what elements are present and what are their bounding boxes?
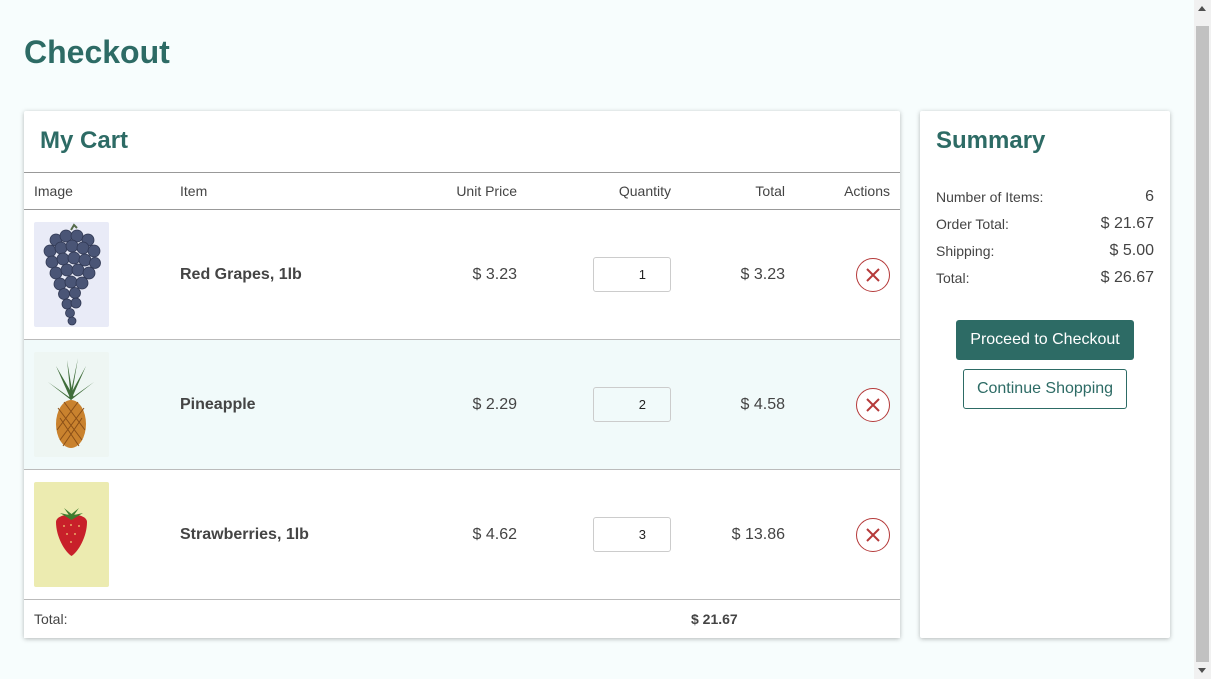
strawberry-image	[34, 482, 109, 587]
vertical-scrollbar[interactable]	[1194, 0, 1211, 679]
cart-row: Pineapple $ 2.29 $ 4.58	[24, 339, 900, 470]
column-header-image: Image	[24, 172, 170, 210]
close-icon	[866, 267, 880, 282]
column-header-actions: Actions	[795, 172, 900, 210]
summary-title: Summary	[936, 127, 1046, 154]
line-total: $ 3.23	[681, 209, 795, 340]
cart-total-label: Total:	[24, 599, 170, 638]
quantity-cell	[527, 469, 681, 600]
summary-value: 6	[1145, 188, 1154, 205]
scroll-up-icon[interactable]	[1198, 6, 1206, 11]
line-total: $ 4.58	[681, 339, 795, 470]
cart-row: Red Grapes, 1lb $ 3.23 $ 3.23	[24, 209, 900, 340]
summary-card: Summary Number of Items: 6 Order Total: …	[920, 111, 1170, 638]
close-icon	[866, 397, 880, 412]
unit-price: $ 3.23	[370, 209, 527, 340]
quantity-input[interactable]	[593, 387, 671, 422]
summary-row-items: Number of Items: 6	[936, 186, 1154, 208]
summary-row-shipping: Shipping: $ 5.00	[936, 240, 1154, 262]
actions-cell	[795, 469, 900, 600]
quantity-input[interactable]	[593, 517, 671, 552]
line-total: $ 13.86	[681, 469, 795, 600]
item-image-cell	[24, 339, 170, 470]
summary-label: Total:	[936, 270, 970, 286]
close-icon	[866, 527, 880, 542]
pineapple-image	[34, 352, 109, 457]
column-header-unit-price: Unit Price	[370, 172, 527, 210]
summary-value: $ 26.67	[1100, 269, 1154, 286]
item-name: Pineapple	[170, 339, 370, 470]
unit-price: $ 4.62	[370, 469, 527, 600]
item-image-cell	[24, 469, 170, 600]
summary-label: Number of Items:	[936, 189, 1044, 205]
summary-label: Shipping:	[936, 243, 995, 259]
continue-shopping-button[interactable]: Continue Shopping	[963, 369, 1127, 409]
quantity-cell	[527, 209, 681, 340]
item-image-cell	[24, 209, 170, 340]
column-header-quantity: Quantity	[527, 172, 681, 210]
remove-item-button[interactable]	[856, 517, 890, 552]
scroll-down-icon[interactable]	[1198, 668, 1206, 673]
item-name: Red Grapes, 1lb	[170, 209, 370, 340]
grapes-image	[34, 222, 109, 327]
column-header-item: Item	[170, 172, 370, 210]
scrollbar-thumb[interactable]	[1196, 26, 1209, 662]
quantity-input[interactable]	[593, 257, 671, 292]
summary-row-total: Total: $ 26.67	[936, 267, 1154, 289]
cart-total-value: $ 21.67	[681, 599, 795, 638]
remove-item-button[interactable]	[856, 257, 890, 292]
cart-header-row: Image Item Unit Price Quantity Total Act…	[24, 172, 900, 210]
unit-price: $ 2.29	[370, 339, 527, 470]
quantity-cell	[527, 339, 681, 470]
summary-row-order-total: Order Total: $ 21.67	[936, 213, 1154, 235]
summary-label: Order Total:	[936, 216, 1009, 232]
column-header-total: Total	[681, 172, 795, 210]
cart-title: My Cart	[40, 127, 129, 154]
summary-value: $ 21.67	[1100, 215, 1154, 232]
proceed-to-checkout-button[interactable]: Proceed to Checkout	[956, 320, 1134, 360]
actions-cell	[795, 209, 900, 340]
cart-total-row: Total: $ 21.67	[24, 599, 900, 638]
actions-cell	[795, 339, 900, 470]
cart-table: Image Item Unit Price Quantity Total Act…	[24, 172, 900, 638]
remove-item-button[interactable]	[856, 387, 890, 422]
item-name: Strawberries, 1lb	[170, 469, 370, 600]
summary-value: $ 5.00	[1109, 242, 1154, 259]
cart-card: My Cart Image Item Unit Price Quantity T…	[24, 111, 900, 638]
cart-row: Strawberries, 1lb $ 4.62 $ 13.86	[24, 469, 900, 600]
page-title: Checkout	[24, 34, 170, 70]
